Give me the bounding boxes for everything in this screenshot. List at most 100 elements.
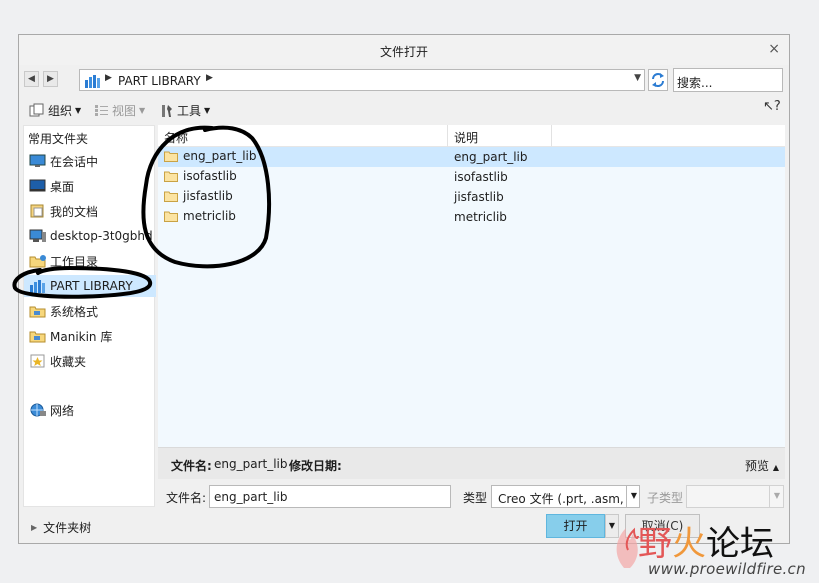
- sidebar-item-working-dir[interactable]: 工作目录: [24, 250, 156, 272]
- file-name: metriclib: [183, 209, 236, 223]
- forward-button[interactable]: ▶: [43, 71, 58, 87]
- column-header-empty: [552, 125, 785, 147]
- organize-menu[interactable]: 组织 ▼: [29, 101, 81, 119]
- chevron-down-icon: ▼: [204, 105, 211, 115]
- chevron-down-icon: ▼: [75, 105, 82, 115]
- sidebar-item-documents[interactable]: 我的文档: [24, 200, 156, 222]
- details-filename-label: 文件名:: [171, 459, 212, 473]
- sidebar-item-label: 系统格式: [50, 304, 99, 319]
- view-icon: [95, 104, 108, 116]
- chevron-down-icon: ▼: [139, 105, 146, 115]
- sidebar-item-label: Manikin 库: [50, 329, 113, 344]
- table-row[interactable]: eng_part_lib eng_part_lib: [158, 147, 785, 167]
- view-menu[interactable]: 视图 ▼: [94, 101, 145, 119]
- folder-icon: [164, 151, 178, 162]
- file-name: isofastlib: [183, 169, 237, 183]
- sidebar-item-label: 网络: [50, 403, 75, 418]
- computer-icon: [29, 229, 46, 242]
- sidebar-item-favorites[interactable]: 收藏夹: [24, 350, 156, 372]
- preview-toggle[interactable]: 预览 ▲: [745, 457, 779, 474]
- monitor-icon: [29, 154, 46, 167]
- sidebar-item-computer[interactable]: desktop-3t0gbhd: [24, 225, 156, 247]
- preview-label: 预览: [745, 459, 770, 473]
- refresh-icon: [652, 73, 664, 87]
- network-icon: [30, 403, 46, 417]
- favorites-icon: [30, 354, 45, 368]
- refresh-button[interactable]: [648, 69, 668, 91]
- working-dir-icon: [29, 255, 46, 268]
- help-icon[interactable]: ↖?: [763, 99, 781, 114]
- column-header-name[interactable]: 名称: [158, 125, 448, 147]
- file-description: eng_part_lib: [454, 150, 528, 164]
- folder-icon: [164, 211, 178, 222]
- sidebar-item-system-format[interactable]: 系统格式: [24, 300, 156, 322]
- watermark-char-2: 火: [672, 524, 706, 564]
- desktop-icon: [29, 179, 46, 192]
- address-dropdown-icon[interactable]: ▼: [634, 73, 641, 83]
- sidebar-header: 常用文件夹: [28, 132, 89, 146]
- address-bar[interactable]: ▶ PART LIBRARY ▶ ▼: [79, 69, 645, 91]
- folder-tree-label: 文件夹树: [43, 521, 92, 535]
- table-row[interactable]: jisfastlib jisfastlib: [158, 187, 785, 207]
- file-description: metriclib: [454, 210, 507, 224]
- view-label: 视图: [112, 103, 137, 118]
- details-filename-value: eng_part_lib: [214, 457, 288, 471]
- sidebar-item-manikin[interactable]: Manikin 库: [24, 325, 156, 347]
- address-path[interactable]: PART LIBRARY: [118, 74, 201, 88]
- file-open-dialog: 文件打开 × ◀ ▶ ▶ PART LIBRARY ▶ ▼ 搜索... 组织 ▼: [18, 34, 790, 544]
- system-format-icon: [29, 306, 46, 318]
- search-input[interactable]: 搜索...: [673, 68, 783, 92]
- file-description: isofastlib: [454, 170, 508, 184]
- file-description: jisfastlib: [454, 190, 504, 204]
- organize-icon: [29, 103, 44, 117]
- organize-label: 组织: [48, 103, 73, 118]
- type-label: 类型: [463, 491, 488, 505]
- file-list: 名称 说明 eng_part_lib eng_part_lib isofastl…: [158, 125, 785, 447]
- sidebar-item-label: 工作目录: [50, 254, 99, 269]
- help-glyph: ?: [773, 99, 781, 114]
- manikin-icon: [29, 331, 46, 343]
- watermark-char-3: 论坛: [706, 524, 774, 564]
- details-date-label: 修改日期:: [289, 459, 342, 473]
- path-separator-icon[interactable]: ▶: [105, 73, 112, 83]
- column-header-description[interactable]: 说明: [448, 125, 552, 147]
- folder-icon: [164, 191, 178, 202]
- sidebar-item-label: desktop-3t0gbhd: [50, 229, 153, 243]
- file-name: eng_part_lib: [183, 149, 257, 163]
- folder-tree-toggle[interactable]: ▶ 文件夹树: [31, 519, 91, 536]
- table-row[interactable]: metriclib metriclib: [158, 207, 785, 227]
- sidebar-item-desktop[interactable]: 桌面: [24, 175, 156, 197]
- sidebar-item-label: 桌面: [50, 179, 75, 194]
- tools-label: 工具: [177, 103, 202, 118]
- details-bar: 文件名: eng_part_lib 修改日期: 预览 ▲: [158, 447, 785, 479]
- sidebar-item-network[interactable]: 网络: [24, 399, 156, 421]
- dialog-title: 文件打开: [379, 45, 428, 59]
- sidebar-item-part-library[interactable]: PART LIBRARY: [24, 275, 156, 297]
- watermark-title: 野火论坛: [638, 516, 774, 565]
- tools-menu[interactable]: 工具 ▼: [159, 101, 210, 119]
- sidebar-item-in-session[interactable]: 在会话中: [24, 150, 156, 172]
- chevron-up-icon: ▲: [772, 463, 779, 472]
- title-bar[interactable]: 文件打开 ×: [19, 35, 789, 65]
- sidebar: 常用文件夹 在会话中 桌面 我的文档 desktop-3t0gbhd 工作目录 …: [23, 125, 156, 507]
- forum-watermark: 野火论坛 www.proewildfire.cn: [608, 502, 819, 583]
- watermark-url: www.proewildfire.cn: [648, 560, 806, 578]
- library-icon: [30, 280, 45, 293]
- library-icon: [85, 75, 100, 88]
- sidebar-item-label: 在会话中: [50, 154, 99, 169]
- file-name: jisfastlib: [183, 189, 233, 203]
- table-row[interactable]: isofastlib isofastlib: [158, 167, 785, 187]
- back-button[interactable]: ◀: [24, 71, 39, 87]
- folder-icon: [164, 171, 178, 182]
- open-button[interactable]: 打开: [546, 514, 605, 538]
- expand-arrow-icon: ▶: [31, 523, 38, 532]
- documents-icon: [30, 204, 44, 218]
- filename-label: 文件名:: [166, 491, 207, 505]
- sidebar-item-label: PART LIBRARY: [50, 279, 133, 293]
- sidebar-item-label: 我的文档: [50, 204, 99, 219]
- watermark-char-1: 野: [638, 524, 672, 564]
- filename-input[interactable]: eng_part_lib: [209, 485, 451, 508]
- path-separator-icon[interactable]: ▶: [206, 73, 213, 83]
- tools-icon: [162, 104, 172, 117]
- close-icon[interactable]: ×: [768, 41, 780, 57]
